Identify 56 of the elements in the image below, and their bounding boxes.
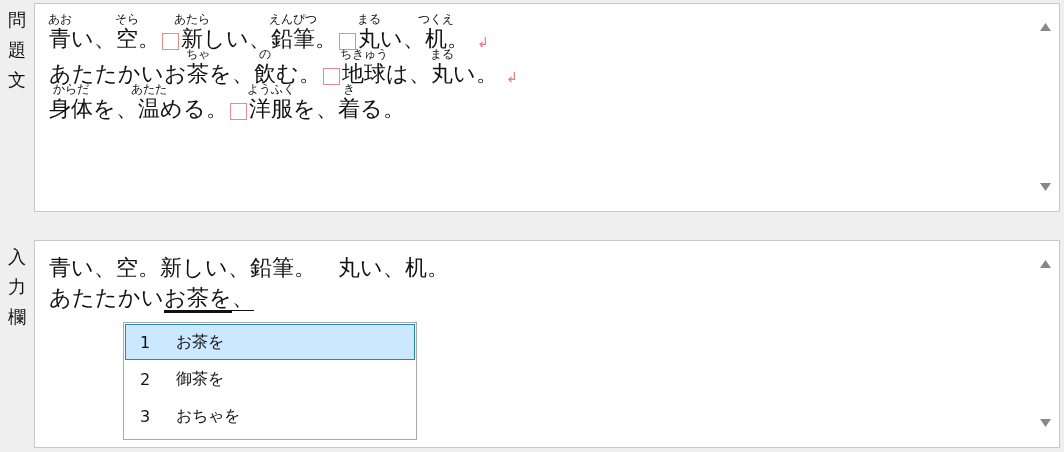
candidate-item[interactable]: 2 御茶を bbox=[125, 361, 415, 397]
candidate-item[interactable]: 1 お茶を bbox=[125, 324, 415, 360]
sentence-text: しい、 bbox=[203, 25, 271, 51]
kanji-text: 洋服 bbox=[249, 96, 293, 121]
blank-mark-icon bbox=[230, 103, 247, 120]
return-mark-icon: ↲ bbox=[477, 34, 489, 50]
sentence-text: は、 bbox=[386, 60, 431, 88]
furigana-text: き bbox=[343, 83, 355, 95]
kanji-text: 着 bbox=[338, 96, 360, 121]
sentence-text: る。 bbox=[360, 95, 405, 123]
kanji-text: 身体 bbox=[49, 96, 93, 121]
return-mark-icon: ↲ bbox=[506, 69, 518, 85]
furigana-text: あお bbox=[48, 13, 72, 25]
kanji-text: 空 bbox=[116, 26, 138, 51]
kanji-text: 丸 bbox=[431, 61, 453, 86]
composition-text: 、 bbox=[232, 285, 254, 311]
sentence-text: を、 bbox=[293, 95, 338, 123]
furigana-text: ちきゅう bbox=[340, 48, 388, 60]
section-label: 問題文 bbox=[7, 8, 27, 92]
furigana-text: からだ bbox=[53, 83, 89, 95]
blank-mark-icon bbox=[323, 68, 340, 85]
furigana-text: の bbox=[259, 48, 271, 60]
candidate-item[interactable]: 3 おちゃを bbox=[125, 398, 415, 434]
kanji-text: 鉛筆 bbox=[271, 26, 315, 51]
furigana-text: つくえ bbox=[418, 13, 454, 25]
furigana-text: そら bbox=[115, 13, 139, 25]
kanji-text: 地球 bbox=[342, 61, 386, 86]
input-field[interactable]: 青い、空。新しい、鉛筆。 丸い、机。 あたたかいお茶を、 1 お茶を 2 御茶を 3 おちゃを bbox=[34, 240, 1060, 448]
kanji-text: 青 bbox=[49, 26, 71, 51]
kanji-text: 新 bbox=[181, 26, 203, 51]
furigana-text: えんぴつ bbox=[269, 13, 317, 25]
sentence-text: 。 bbox=[315, 25, 337, 53]
section-label: 入力欄 bbox=[7, 245, 27, 329]
scroll-down-icon[interactable] bbox=[1039, 183, 1051, 191]
sentence-text: を、 bbox=[93, 95, 138, 123]
sentence-text: める。 bbox=[160, 95, 228, 123]
sentence-text: い。 bbox=[453, 60, 498, 88]
kanji-text: 茶 bbox=[187, 61, 209, 86]
furigana-text: あたら bbox=[174, 13, 210, 25]
typed-text: あたたかい bbox=[49, 285, 164, 310]
furigana-text: まる bbox=[430, 48, 454, 60]
typed-text: 青い、空。新しい、鉛筆。 丸い、机。 bbox=[49, 255, 449, 280]
scroll-up-icon[interactable] bbox=[1039, 23, 1051, 31]
scroll-up-icon[interactable] bbox=[1039, 260, 1051, 268]
scroll-down-icon[interactable] bbox=[1039, 419, 1051, 427]
kanji-text: 丸 bbox=[358, 26, 380, 51]
blank-mark-icon bbox=[339, 33, 356, 50]
furigana-text: まる bbox=[357, 13, 381, 25]
sentence-text: い、 bbox=[71, 25, 116, 53]
sentence-text: 。 bbox=[138, 25, 160, 53]
furigana-text: ちゃ bbox=[186, 48, 210, 60]
furigana-text: あたた bbox=[131, 83, 167, 95]
furigana-text: ようふく bbox=[247, 83, 295, 95]
kanji-text: 温 bbox=[138, 96, 160, 121]
blank-mark-icon bbox=[162, 33, 179, 50]
composition-text: お茶を bbox=[164, 285, 232, 313]
